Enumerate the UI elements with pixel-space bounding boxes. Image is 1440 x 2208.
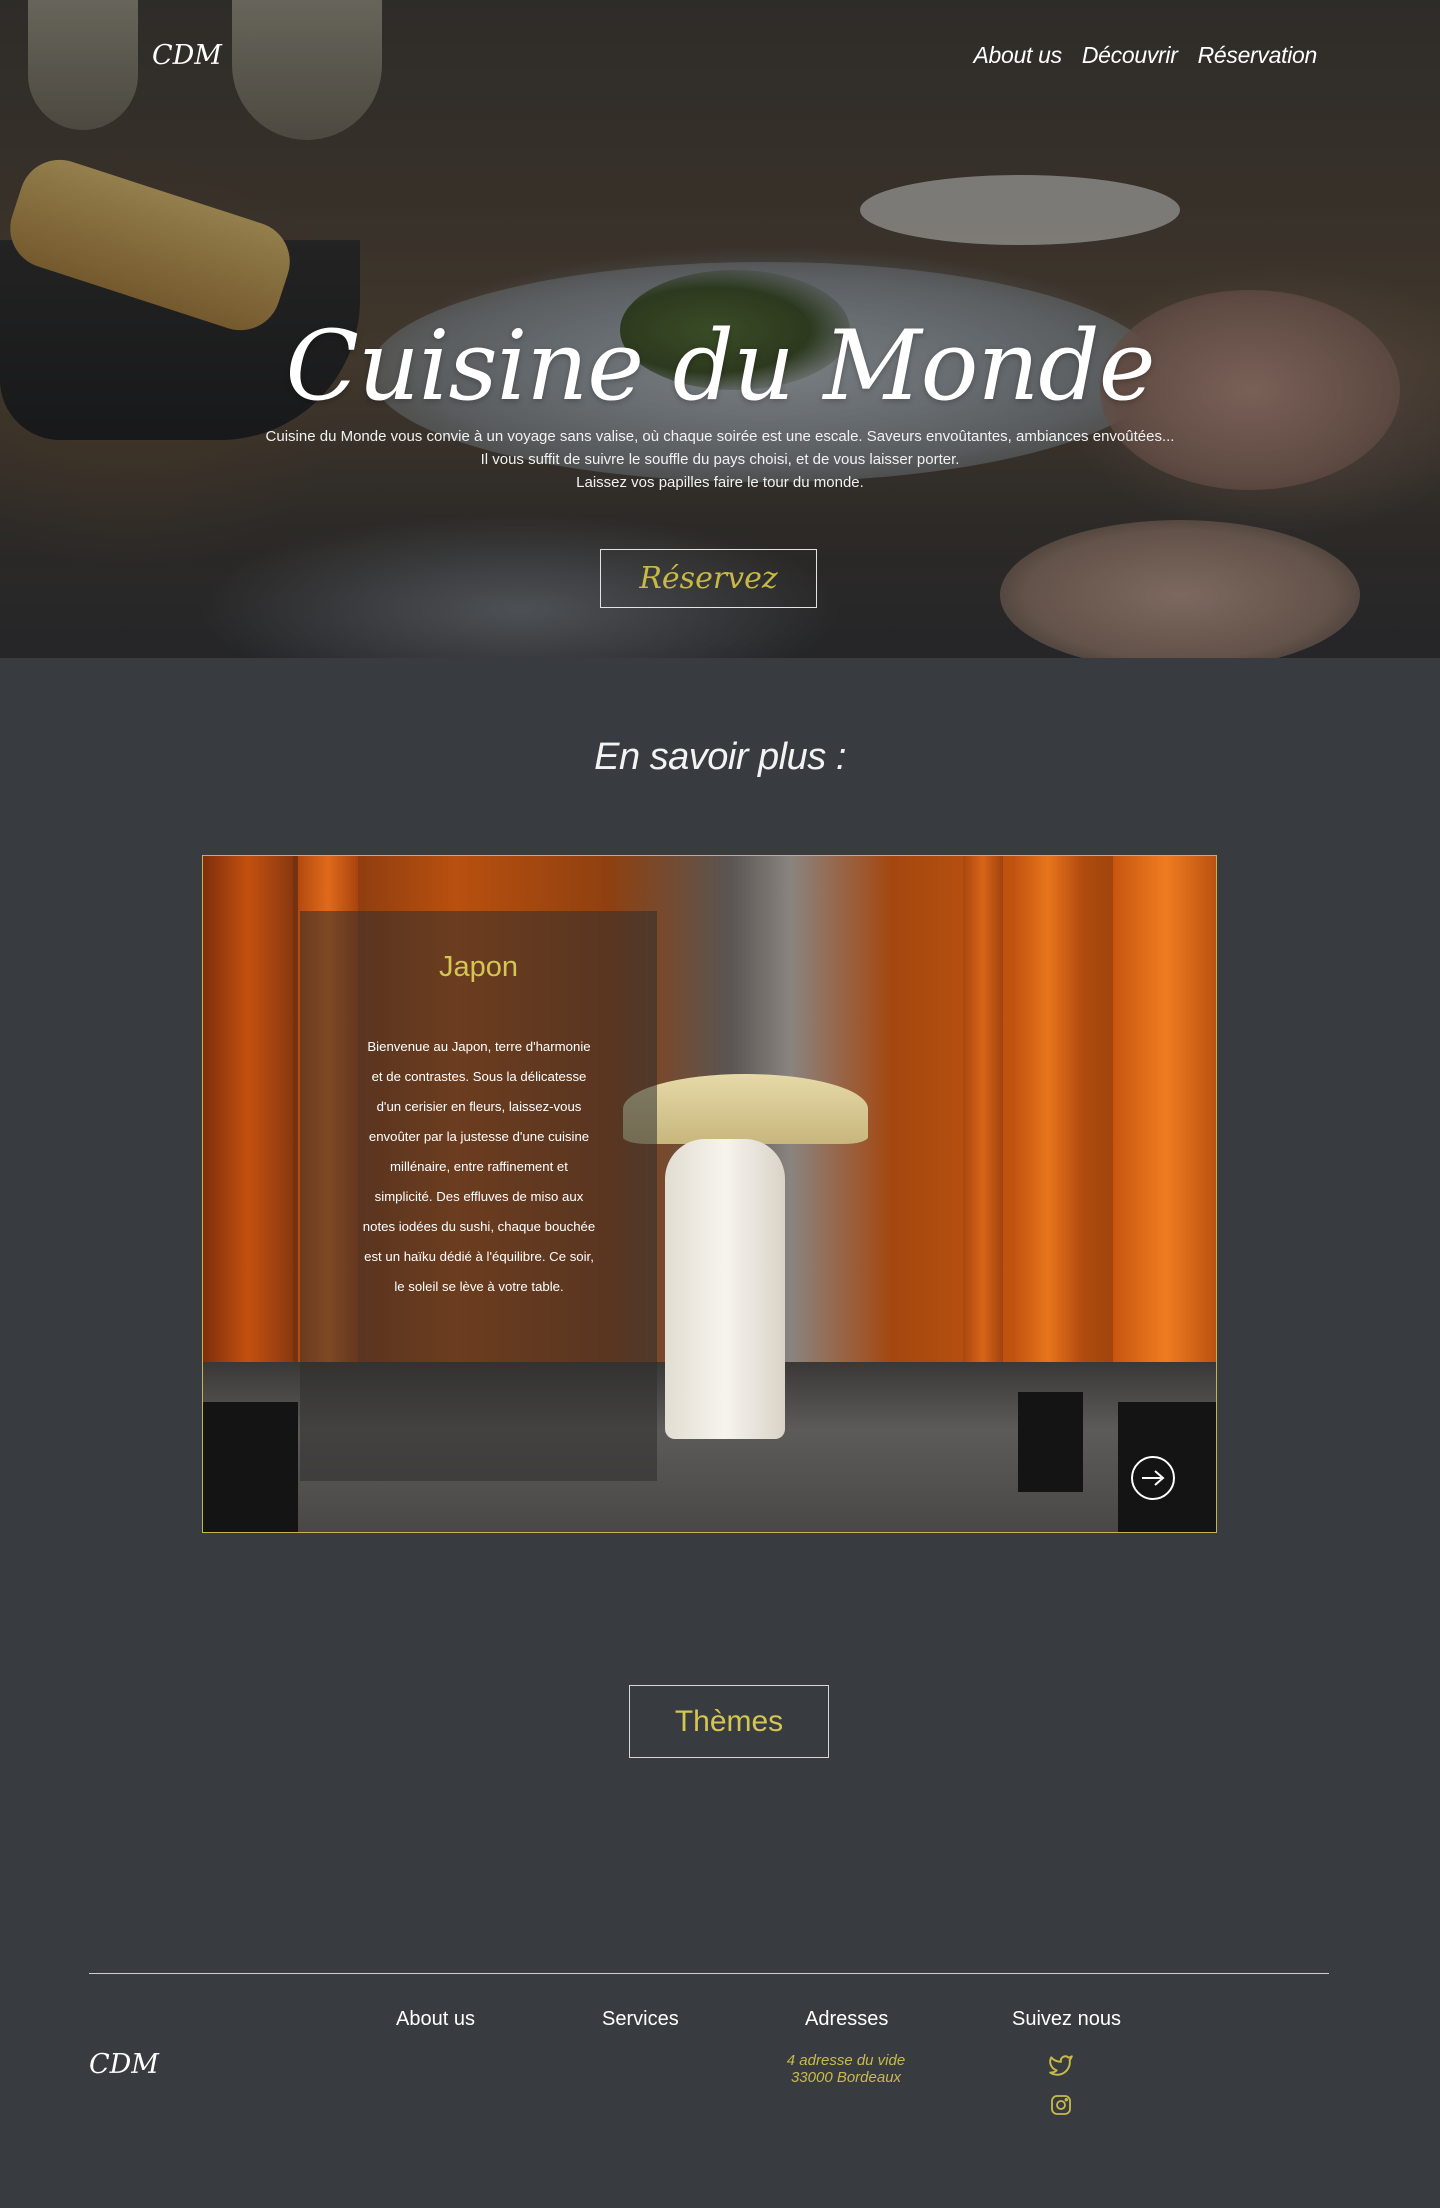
pillar-base [203, 1402, 298, 1532]
card-description: Bienvenue au Japon, terre d'harmonie et … [362, 1039, 596, 1294]
hero-title: Cuisine du Monde [285, 310, 1155, 422]
umbrella-image [623, 1074, 868, 1144]
address-line: 33000 Bordeaux [790, 2069, 902, 2086]
hero-line: Il vous suffit de suivre le souffle du p… [480, 451, 960, 468]
nav-about-us[interactable]: About us [973, 42, 1062, 69]
footer-link-about-us[interactable]: About us [396, 2008, 475, 2031]
arrow-right-icon [1142, 1470, 1165, 1486]
card-title: Japon [438, 951, 518, 983]
hero-section: CDM About us Découvrir Réservation Cuisi… [0, 0, 1440, 658]
instagram-icon[interactable] [1049, 2093, 1075, 2119]
twitter-icon[interactable] [1048, 2052, 1074, 2078]
footer-link-adresses[interactable]: Adresses [805, 2008, 888, 2031]
footer-link-services[interactable]: Services [602, 2008, 679, 2031]
footer-divider [89, 1973, 1329, 1974]
hero-description: Cuisine du Monde vous convie à un voyage… [0, 425, 1440, 494]
footer-address: 4 adresse du vide 33000 Bordeaux [760, 2052, 932, 2086]
hero-line: Cuisine du Monde vous convie à un voyage… [265, 428, 1175, 445]
pillar-base [1018, 1392, 1083, 1492]
site-logo[interactable]: CDM [152, 40, 222, 71]
footer-link-suivez-nous[interactable]: Suivez nous [1012, 2008, 1121, 2031]
main-nav: About us Découvrir Réservation [973, 42, 1317, 69]
destination-card[interactable]: Japon Bienvenue au Japon, terre d'harmon… [202, 855, 1217, 1533]
nav-decouvrir[interactable]: Découvrir [1082, 42, 1178, 69]
section-title: En savoir plus : [594, 736, 846, 778]
nav-reservation[interactable]: Réservation [1198, 42, 1318, 69]
arrow-right-circle-icon[interactable] [1131, 1456, 1175, 1500]
hero-line: Laissez vos papilles faire le tour du mo… [576, 474, 864, 491]
footer-logo[interactable]: CDM [89, 2049, 159, 2080]
priest-figure-image [665, 1139, 785, 1439]
reserve-button[interactable]: Réservez [600, 549, 817, 608]
themes-button[interactable]: Thèmes [629, 1685, 829, 1758]
address-line: 4 adresse du vide [786, 2052, 906, 2069]
